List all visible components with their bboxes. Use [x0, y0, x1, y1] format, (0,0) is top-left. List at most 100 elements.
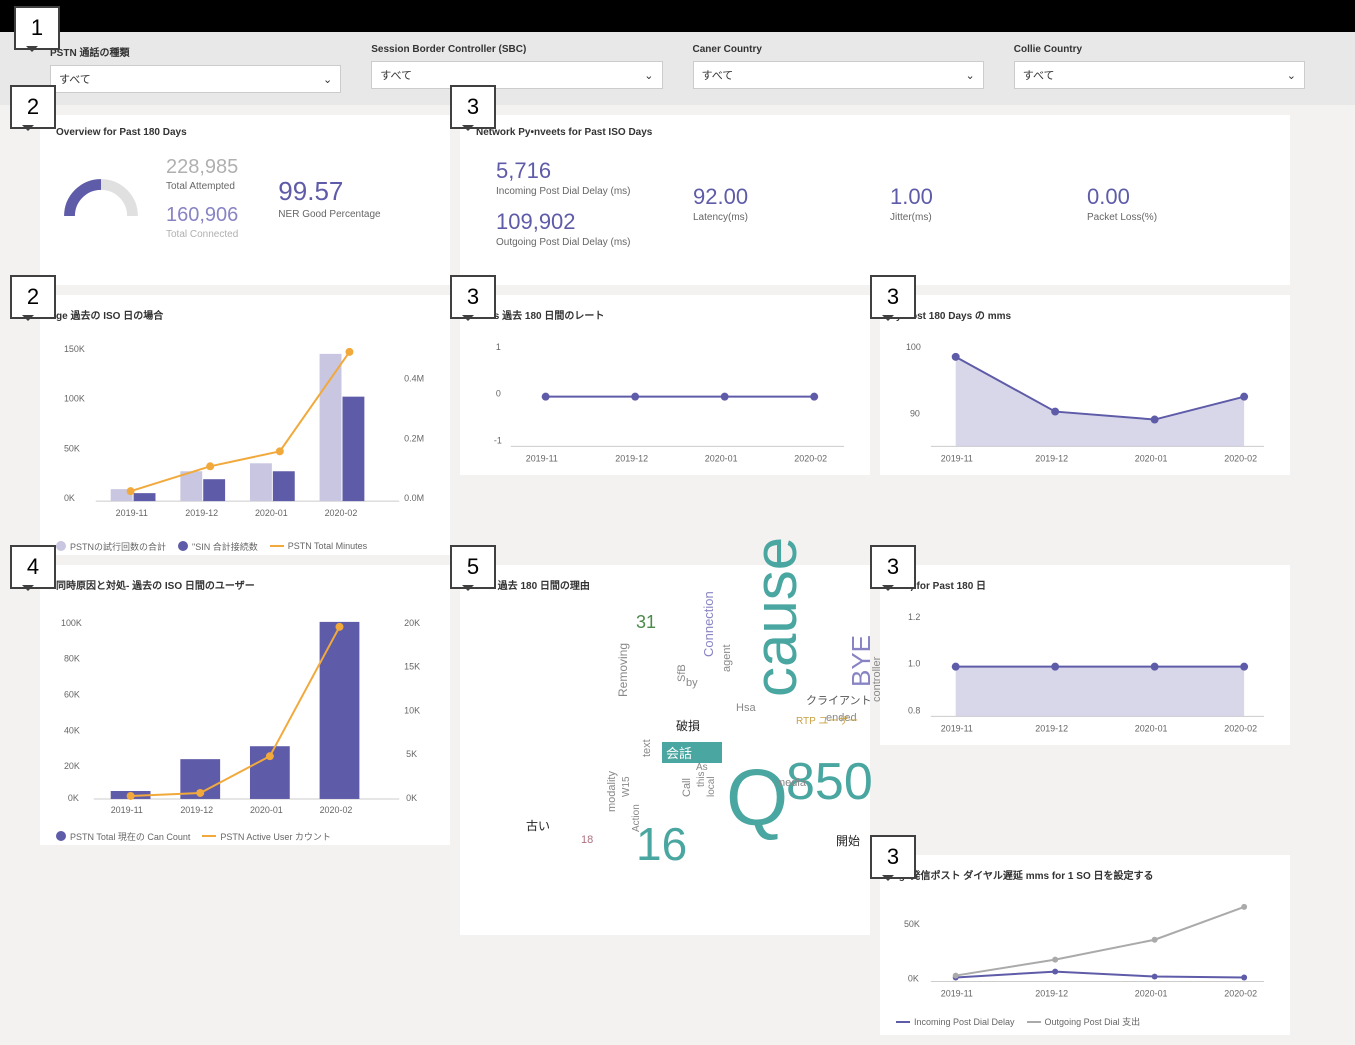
- kpi-latency: 92.00: [693, 184, 860, 210]
- wordcloud-word[interactable]: 16: [636, 817, 687, 871]
- kpi-total-connected: 160,906: [166, 204, 238, 227]
- callout-3d: 3: [870, 545, 916, 589]
- wordcloud-word[interactable]: RTP ユーザー: [796, 712, 858, 727]
- wordcloud-word[interactable]: 破損: [676, 717, 700, 734]
- filter-label: Collie Country: [1014, 44, 1305, 55]
- chart-legend: PSTNの試行回数の合計 "SIN 合計接続数 PSTN Total Minut…: [56, 540, 434, 553]
- kpi-incoming-delay: 5,716: [496, 158, 663, 184]
- top-bar: [0, 0, 1355, 32]
- svg-text:2020-01: 2020-01: [705, 453, 738, 463]
- callout-2: 2: [10, 85, 56, 129]
- svg-text:0.4M: 0.4M: [404, 374, 424, 384]
- filter-value: すべて: [1023, 67, 1055, 83]
- svg-text:1: 1: [496, 342, 501, 352]
- wordcloud-word[interactable]: 18: [581, 834, 593, 846]
- wordcloud-word[interactable]: クライアント: [806, 692, 872, 708]
- svg-text:1.2: 1.2: [908, 612, 920, 622]
- svg-text:2019-12: 2019-12: [180, 805, 213, 815]
- kpi-label: Total Attempted: [166, 181, 238, 192]
- wordcloud-word[interactable]: text: [641, 739, 653, 757]
- wordcloud-word[interactable]: Connection: [701, 591, 716, 657]
- svg-text:2020-02: 2020-02: [1224, 988, 1257, 998]
- card-title: 同時原因と対処- 過去の ISO 日間のユーザー: [56, 577, 434, 592]
- callout-3: 3: [450, 85, 496, 129]
- card-users: 4 同時原因と対処- 過去の ISO 日間のユーザー 100K 80K 60K …: [40, 565, 450, 845]
- svg-text:40K: 40K: [64, 725, 80, 735]
- svg-text:150K: 150K: [64, 344, 85, 354]
- wordcloud-word[interactable]: 会話: [662, 742, 722, 763]
- callout-3b: 3: [450, 275, 496, 319]
- svg-text:0.8: 0.8: [908, 705, 920, 715]
- wordcloud-word[interactable]: media: [776, 777, 806, 789]
- wordcloud-word[interactable]: agent: [721, 644, 733, 672]
- svg-text:50K: 50K: [64, 443, 80, 453]
- chart-legend: PSTN Total 現在の Can Count PSTN Active Use…: [56, 830, 434, 843]
- svg-text:2019-12: 2019-12: [1035, 453, 1068, 463]
- wordcloud-word[interactable]: W15: [621, 776, 632, 797]
- wordcloud-area[interactable]: Qcause85016BYE31ConnectionagentRemovingS…: [476, 602, 854, 882]
- filter-caller-country: Caner Country すべて ⌄: [693, 44, 984, 93]
- svg-text:20K: 20K: [64, 761, 80, 771]
- wordcloud-word[interactable]: Q: [726, 752, 788, 844]
- svg-text:2019-12: 2019-12: [615, 453, 648, 463]
- svg-text:15K: 15K: [404, 662, 420, 672]
- svg-text:60K: 60K: [64, 689, 80, 699]
- usage-chart[interactable]: 150K 100K 50K 0K 0.4M 0.2M 0.0M 2019-11 …: [56, 332, 434, 531]
- svg-text:2020-02: 2020-02: [794, 453, 827, 463]
- chevron-down-icon: ⌄: [1287, 69, 1296, 82]
- filter-select[interactable]: すべて ⌄: [1014, 61, 1305, 89]
- filter-bar: PSTN 通話の種類 すべて ⌄ Session Border Controll…: [0, 32, 1355, 105]
- svg-text:20K: 20K: [404, 618, 420, 628]
- wordcloud-word[interactable]: Hsa: [736, 702, 756, 714]
- wordcloud-word[interactable]: local: [706, 776, 717, 797]
- svg-text:2020-02: 2020-02: [1224, 723, 1257, 733]
- filter-select[interactable]: すべて ⌄: [693, 61, 984, 89]
- wordcloud-word[interactable]: Removing: [616, 643, 630, 697]
- card-latency: 3 y Post 180 Days の mms 100 90 2019-11 2…: [880, 295, 1290, 475]
- wordcloud-word[interactable]: 開始: [836, 832, 860, 849]
- latency-chart[interactable]: 100 90 2019-11 2019-12 2020-01 2020-02: [896, 332, 1274, 471]
- filter-select[interactable]: すべて ⌄: [50, 65, 341, 93]
- callout-1: 1: [14, 6, 60, 50]
- wordcloud-word[interactable]: 31: [636, 612, 656, 633]
- filter-select[interactable]: すべて ⌄: [371, 61, 662, 89]
- kpi-total-attempted: 228,985: [166, 156, 238, 179]
- svg-text:2020-02: 2020-02: [320, 805, 353, 815]
- svg-text:100: 100: [906, 342, 921, 352]
- wordcloud-word[interactable]: Call: [681, 778, 693, 797]
- svg-text:2019-11: 2019-11: [111, 805, 143, 815]
- card-packet-loss: 3 Loss 過去 180 日間のレート 1 0 -1 2019-11 2019…: [460, 295, 870, 475]
- wordcloud-word[interactable]: modality: [606, 771, 618, 812]
- svg-text:1.0: 1.0: [908, 659, 920, 669]
- wordcloud-word[interactable]: Action: [631, 804, 642, 832]
- svg-text:2020-01: 2020-01: [1135, 988, 1168, 998]
- chevron-down-icon: ⌄: [644, 69, 653, 82]
- svg-text:2019-11: 2019-11: [941, 723, 973, 733]
- chart-legend: Incoming Post Dial Delay Outgoing Post D…: [896, 1015, 1274, 1028]
- dial-delay-chart[interactable]: 50K 0K 2019-11 2019-12 2020-01 2020-02: [896, 892, 1274, 1006]
- svg-text:100K: 100K: [64, 394, 85, 404]
- callout-5: 5: [450, 545, 496, 589]
- kpi-label: NER Good Percentage: [278, 209, 380, 220]
- svg-text:2019-11: 2019-11: [941, 988, 973, 998]
- wordcloud-word[interactable]: 古い: [526, 817, 550, 834]
- kpi-label: Jitter(ms): [890, 212, 1057, 223]
- filter-value: すべて: [702, 67, 734, 83]
- jitter-chart[interactable]: 1.2 1.0 0.8 2019-11 2019-12 2020-01 2020…: [896, 602, 1274, 741]
- svg-text:2020-01: 2020-01: [1135, 453, 1168, 463]
- kpi-label: Incoming Post Dial Delay (ms): [496, 186, 663, 197]
- filter-pstn-type: PSTN 通話の種類 すべて ⌄: [50, 44, 341, 93]
- kpi-outgoing-delay: 109,902: [496, 209, 663, 235]
- packet-loss-chart[interactable]: 1 0 -1 2019-11 2019-12 2020-01 2020-02: [476, 332, 854, 471]
- users-chart[interactable]: 100K 80K 60K 40K 20K 0K 20K 15K 10K 5K 0…: [56, 602, 434, 821]
- chevron-down-icon: ⌄: [966, 69, 975, 82]
- svg-text:0K: 0K: [64, 493, 75, 503]
- wordcloud-word[interactable]: cause: [741, 537, 810, 697]
- svg-text:2019-12: 2019-12: [1035, 723, 1068, 733]
- svg-text:0: 0: [496, 389, 501, 399]
- wordcloud-word[interactable]: by: [686, 677, 698, 689]
- filter-label: PSTN 通話の種類: [50, 44, 341, 59]
- card-title: Network Py•nveets for Past ISO Days: [476, 127, 1274, 138]
- card-title: y Post 180 Days の mms: [896, 307, 1274, 322]
- card-usage: 2 ge 過去の ISO 日の場合 150K 100K 50K 0K 0.4M …: [40, 295, 450, 555]
